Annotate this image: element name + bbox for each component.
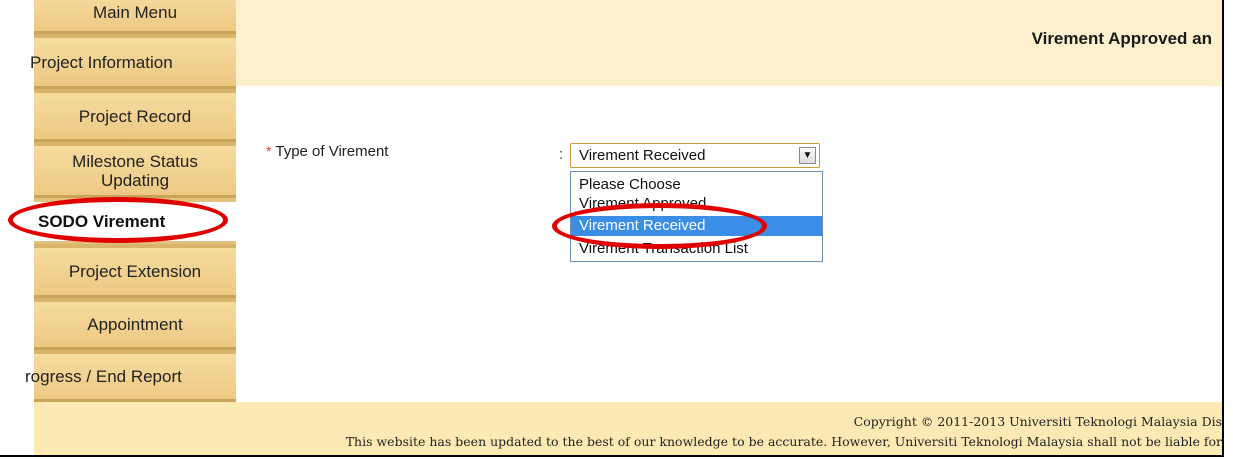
option-please-choose[interactable]: Please Choose bbox=[571, 175, 822, 195]
footer-disclaimer: This website has been updated to the bes… bbox=[345, 434, 1222, 449]
field-colon: : bbox=[559, 146, 564, 163]
sidebar-item-label: Main Menu bbox=[92, 3, 178, 22]
select-current-value: Virement Received bbox=[579, 147, 706, 164]
page-header: Virement Approved an bbox=[236, 0, 1222, 86]
sidebar-item-label: Milestone Status Updating bbox=[72, 151, 198, 190]
sidebar-item-milestone-status-updating[interactable]: Milestone Status Updating bbox=[34, 142, 236, 198]
footer-copyright: Copyright © 2011-2013 Universiti Teknolo… bbox=[853, 414, 1222, 429]
sidebar-item-label: Appointment bbox=[87, 315, 183, 334]
sidebar-item-label: rogress / End Report bbox=[25, 367, 182, 386]
highlight-ring-sidebar bbox=[8, 197, 228, 243]
type-of-virement-select[interactable]: Virement Received ▼ bbox=[570, 143, 820, 168]
field-label-text: Type of Virement bbox=[275, 143, 389, 160]
app-frame: Main Menu Project Information Project Re… bbox=[0, 0, 1224, 457]
sidebar-item-project-information[interactable]: Project Information bbox=[30, 34, 236, 89]
highlight-ring-option bbox=[552, 203, 767, 249]
sidebar-item-main-menu[interactable]: Main Menu bbox=[34, 0, 236, 34]
page-footer: Copyright © 2011-2013 Universiti Teknolo… bbox=[34, 402, 1222, 455]
sidebar-item-label: Project Information bbox=[30, 52, 173, 72]
chevron-down-icon[interactable]: ▼ bbox=[799, 147, 816, 164]
required-marker: * bbox=[266, 143, 272, 159]
main-content: * Type of Virement : Virement Received ▼… bbox=[236, 86, 1222, 402]
sidebar-item-progress-end-report[interactable]: rogress / End Report bbox=[25, 350, 236, 402]
sidebar-item-label: Project Record bbox=[78, 106, 192, 126]
sidebar-item-project-record[interactable]: Project Record bbox=[34, 89, 236, 142]
sidebar-item-project-extension[interactable]: Project Extension bbox=[34, 244, 236, 298]
page-title: Virement Approved an bbox=[1031, 29, 1212, 48]
sidebar-item-label: Project Extension bbox=[68, 262, 202, 281]
type-of-virement-label: * Type of Virement bbox=[266, 143, 388, 160]
sidebar-item-appointment[interactable]: Appointment bbox=[34, 298, 236, 350]
